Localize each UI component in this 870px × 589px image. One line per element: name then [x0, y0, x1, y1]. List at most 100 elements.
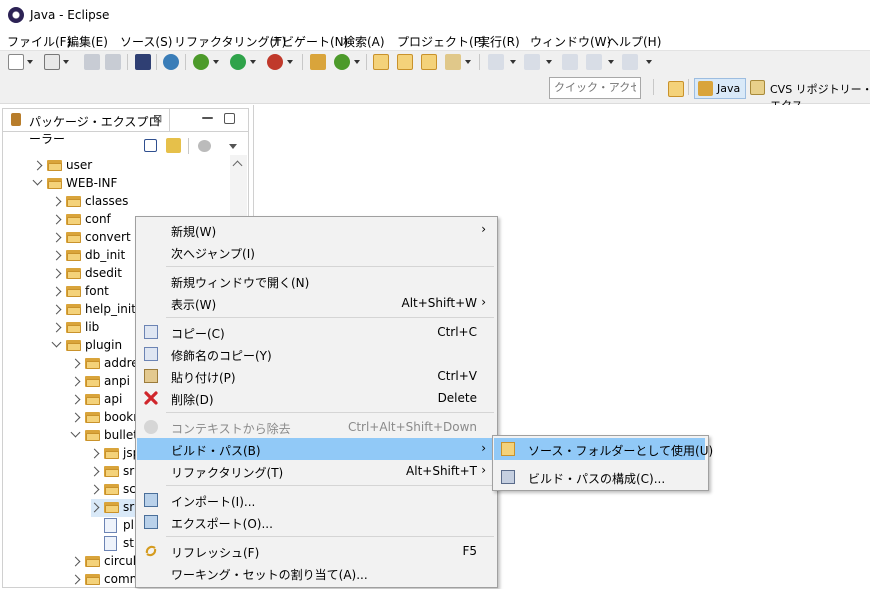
- menu-item-remove-from-context[interactable]: コンテキストから除去 Ctrl+Alt+Shift+Down: [137, 416, 496, 438]
- collapse-icon[interactable]: [70, 427, 81, 438]
- run-dropdown-icon[interactable]: [250, 60, 256, 64]
- remove-from-context-icon: [144, 420, 158, 434]
- expand-icon[interactable]: [51, 232, 62, 243]
- close-icon[interactable]: ⊠: [153, 112, 162, 125]
- menu-item-copy[interactable]: コピー(C) Ctrl+C: [137, 321, 496, 343]
- next-annotation-dropdown-icon[interactable]: [510, 60, 516, 64]
- expand-icon[interactable]: [70, 394, 81, 405]
- menu-search[interactable]: 検索(A): [343, 33, 385, 50]
- expand-icon[interactable]: [51, 286, 62, 297]
- next-annotation-icon[interactable]: [488, 54, 504, 70]
- folder-icon: [66, 267, 81, 279]
- forward-dropdown-icon[interactable]: [646, 60, 652, 64]
- external-tools-icon[interactable]: [267, 54, 283, 70]
- expand-icon[interactable]: [89, 502, 100, 513]
- new-icon[interactable]: [8, 54, 24, 70]
- save-icon[interactable]: [84, 54, 100, 70]
- folder-icon: [104, 447, 119, 459]
- expand-icon[interactable]: [51, 268, 62, 279]
- new-dropdown-icon[interactable]: [27, 60, 33, 64]
- open-type-icon[interactable]: [373, 54, 389, 70]
- link-with-editor-icon[interactable]: [166, 138, 181, 153]
- java-perspective-button[interactable]: Java: [694, 78, 746, 99]
- search-icon[interactable]: [445, 54, 461, 70]
- new-package-icon[interactable]: [310, 54, 326, 70]
- menu-file[interactable]: ファイル(F): [7, 33, 71, 50]
- expand-icon[interactable]: [89, 484, 100, 495]
- view-menu-icon[interactable]: [229, 144, 237, 149]
- new-server-icon[interactable]: [44, 54, 60, 70]
- debug-dropdown-icon[interactable]: [213, 60, 219, 64]
- prev-annotation-icon[interactable]: [524, 54, 540, 70]
- server-dropdown-icon[interactable]: [63, 60, 69, 64]
- expand-icon[interactable]: [70, 574, 81, 585]
- expand-icon[interactable]: [51, 322, 62, 333]
- debug-icon[interactable]: [193, 54, 209, 70]
- menu-run[interactable]: 実行(R): [478, 33, 520, 50]
- console-icon[interactable]: [135, 54, 151, 70]
- menu-item-delete[interactable]: 削除(D) Delete: [137, 387, 496, 409]
- last-edit-icon[interactable]: [562, 54, 578, 70]
- collapse-icon[interactable]: [32, 175, 43, 186]
- minimize-icon[interactable]: [202, 117, 213, 119]
- menu-window[interactable]: ウィンドウ(W): [530, 33, 611, 50]
- save-all-icon[interactable]: [105, 54, 121, 70]
- cvs-perspective-button[interactable]: CVS リポジトリー・エクス: [748, 78, 870, 112]
- scroll-up-icon[interactable]: [232, 160, 243, 171]
- menu-item-build-path[interactable]: ビルド・パス(B) ›: [137, 438, 496, 460]
- expand-icon[interactable]: [70, 412, 81, 423]
- menu-help[interactable]: ヘルプ(H): [607, 33, 661, 50]
- focus-working-set-icon[interactable]: [198, 140, 211, 152]
- menu-item-refresh[interactable]: リフレッシュ(F) F5: [137, 540, 496, 562]
- menu-project[interactable]: プロジェクト(P): [397, 33, 486, 50]
- expand-icon[interactable]: [51, 304, 62, 315]
- menu-item-new[interactable]: 新規(W) ›: [137, 219, 496, 241]
- forward-icon[interactable]: [622, 54, 638, 70]
- expand-icon[interactable]: [51, 250, 62, 261]
- prev-annotation-dropdown-icon[interactable]: [546, 60, 552, 64]
- menu-item-configure-build-path[interactable]: ビルド・パスの構成(C)...: [494, 466, 705, 488]
- expand-icon[interactable]: [89, 466, 100, 477]
- menu-item-open-new-window[interactable]: 新規ウィンドウで開く(N): [137, 270, 496, 292]
- server-icon[interactable]: [163, 54, 179, 70]
- new-class-dropdown-icon[interactable]: [354, 60, 360, 64]
- open-resource-icon[interactable]: [397, 54, 413, 70]
- export-icon: [144, 515, 158, 529]
- open-perspective-icon[interactable]: [668, 81, 684, 97]
- back-dropdown-icon[interactable]: [608, 60, 614, 64]
- menu-item-paste[interactable]: 貼り付け(P) Ctrl+V: [137, 365, 496, 387]
- menu-item-import[interactable]: インポート(I)...: [137, 489, 496, 511]
- run-icon[interactable]: [230, 54, 246, 70]
- expand-icon[interactable]: [70, 376, 81, 387]
- menu-item-copy-qualified-name[interactable]: 修飾名のコピー(Y): [137, 343, 496, 365]
- collapse-icon[interactable]: [51, 337, 62, 348]
- expand-icon[interactable]: [89, 448, 100, 459]
- menu-item-refactor[interactable]: リファクタリング(T) Alt+Shift+T ›: [137, 460, 496, 482]
- collapse-all-icon[interactable]: [144, 139, 157, 152]
- expand-icon[interactable]: [70, 556, 81, 567]
- menu-item-assign-working-sets[interactable]: ワーキング・セットの割り当て(A)...: [137, 562, 496, 584]
- expand-icon[interactable]: [51, 196, 62, 207]
- maximize-icon[interactable]: [224, 113, 235, 124]
- menu-item-go-into[interactable]: 次へジャンプ(I): [137, 241, 496, 263]
- external-tools-dropdown-icon[interactable]: [287, 60, 293, 64]
- menu-item-show-in[interactable]: 表示(W) Alt+Shift+W ›: [137, 292, 496, 314]
- menu-edit[interactable]: 編集(E): [67, 33, 108, 50]
- search-dropdown-icon[interactable]: [465, 60, 471, 64]
- expand-icon[interactable]: [32, 160, 43, 171]
- package-explorer-tab[interactable]: パッケージ・エクスプローラー ⊠: [3, 109, 170, 146]
- menu-item-export[interactable]: エクスポート(O)...: [137, 511, 496, 533]
- open-task-icon[interactable]: [421, 54, 437, 70]
- new-class-icon[interactable]: [334, 54, 350, 70]
- menu-item-use-as-source-folder[interactable]: ソース・フォルダーとして使用(U): [494, 438, 713, 460]
- xml-file-icon: [104, 536, 117, 551]
- expand-icon[interactable]: [51, 214, 62, 225]
- tree-item-sr-selected[interactable]: sr: [89, 499, 139, 517]
- folder-icon: [66, 195, 81, 207]
- menu-navigate[interactable]: ナビゲート(N): [270, 33, 348, 50]
- quick-access-input[interactable]: [549, 77, 641, 99]
- cvs-perspective-icon: [750, 80, 765, 95]
- back-icon[interactable]: [586, 54, 602, 70]
- menu-source[interactable]: ソース(S): [120, 33, 172, 50]
- expand-icon[interactable]: [70, 358, 81, 369]
